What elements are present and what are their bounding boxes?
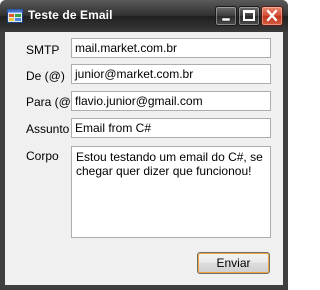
body-label: Corpo bbox=[26, 149, 59, 163]
maximize-button[interactable] bbox=[238, 6, 260, 26]
smtp-field[interactable]: mail.market.com.br bbox=[71, 38, 271, 58]
title-bar[interactable]: Teste de Email bbox=[0, 0, 288, 32]
maximize-icon bbox=[243, 10, 255, 21]
form-client-area: SMTP mail.market.com.br De (@) junior@ma… bbox=[5, 32, 283, 285]
body-textarea[interactable]: Estou testando um email do C#, se chegar… bbox=[71, 146, 271, 238]
from-label: De (@) bbox=[26, 69, 65, 83]
minimize-icon bbox=[221, 17, 231, 22]
subject-field[interactable]: Email from C# bbox=[71, 118, 271, 138]
from-field[interactable]: junior@market.com.br bbox=[71, 64, 271, 84]
email-window: Teste de Email SMTP mail.market.com.br D… bbox=[0, 0, 288, 290]
subject-label: Assunto bbox=[26, 122, 70, 136]
minimize-button[interactable] bbox=[215, 6, 237, 26]
window-title: Teste de Email bbox=[28, 8, 113, 22]
close-button[interactable] bbox=[261, 6, 283, 26]
to-field[interactable]: flavio.junior@gmail.com bbox=[71, 91, 271, 111]
send-button[interactable]: Enviar bbox=[197, 252, 270, 274]
app-window-icon[interactable] bbox=[7, 9, 23, 23]
smtp-label: SMTP bbox=[26, 43, 60, 57]
to-label: Para (@) bbox=[26, 95, 75, 109]
close-icon bbox=[266, 9, 278, 22]
